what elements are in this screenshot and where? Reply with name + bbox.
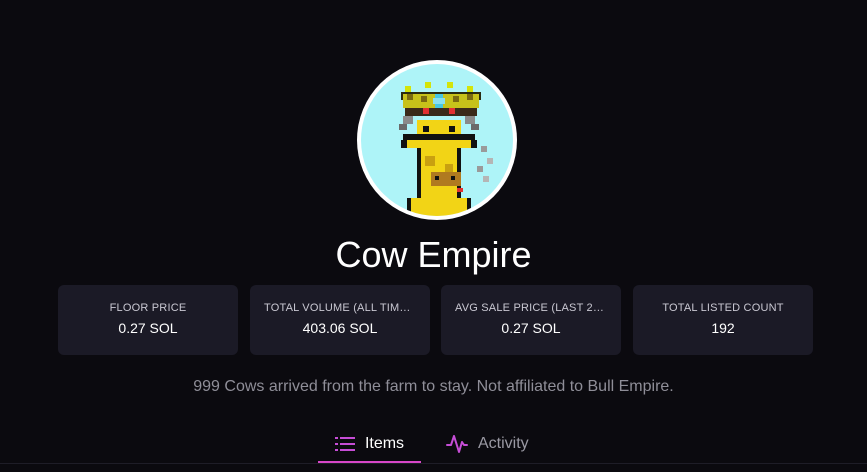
cow-avatar-image — [361, 64, 513, 216]
tab-activity[interactable]: Activity — [446, 425, 556, 463]
tab-divider — [0, 463, 867, 464]
stat-card-total-volume: TOTAL VOLUME (ALL TIME... 403.06 SOL — [250, 285, 430, 355]
activity-icon — [446, 434, 468, 454]
stat-label: TOTAL VOLUME (ALL TIME... — [264, 302, 416, 314]
stat-label: AVG SALE PRICE (LAST 24... — [455, 302, 607, 314]
stat-card-avg-sale-price: AVG SALE PRICE (LAST 24... 0.27 SOL — [441, 285, 621, 355]
stat-card-floor-price: FLOOR PRICE 0.27 SOL — [58, 285, 238, 355]
tab-items-label: Items — [364, 435, 405, 452]
stat-value: 403.06 SOL — [302, 320, 378, 336]
collection-title: Cow Empire — [335, 234, 532, 275]
stat-value: 192 — [711, 320, 735, 336]
collection-description: 999 Cows arrived from the farm to stay. … — [193, 378, 674, 395]
stat-card-listed-count: TOTAL LISTED COUNT 192 — [633, 285, 813, 355]
stat-value: 0.27 SOL — [501, 320, 561, 336]
tab-items[interactable]: Items — [318, 425, 421, 463]
stat-label: FLOOR PRICE — [109, 302, 187, 314]
stat-value: 0.27 SOL — [118, 320, 178, 336]
tab-bar: Items Activity — [0, 425, 867, 465]
stat-label: TOTAL LISTED COUNT — [662, 302, 784, 314]
list-icon — [334, 436, 355, 452]
collection-avatar — [357, 60, 517, 220]
tab-activity-label: Activity — [478, 435, 529, 452]
